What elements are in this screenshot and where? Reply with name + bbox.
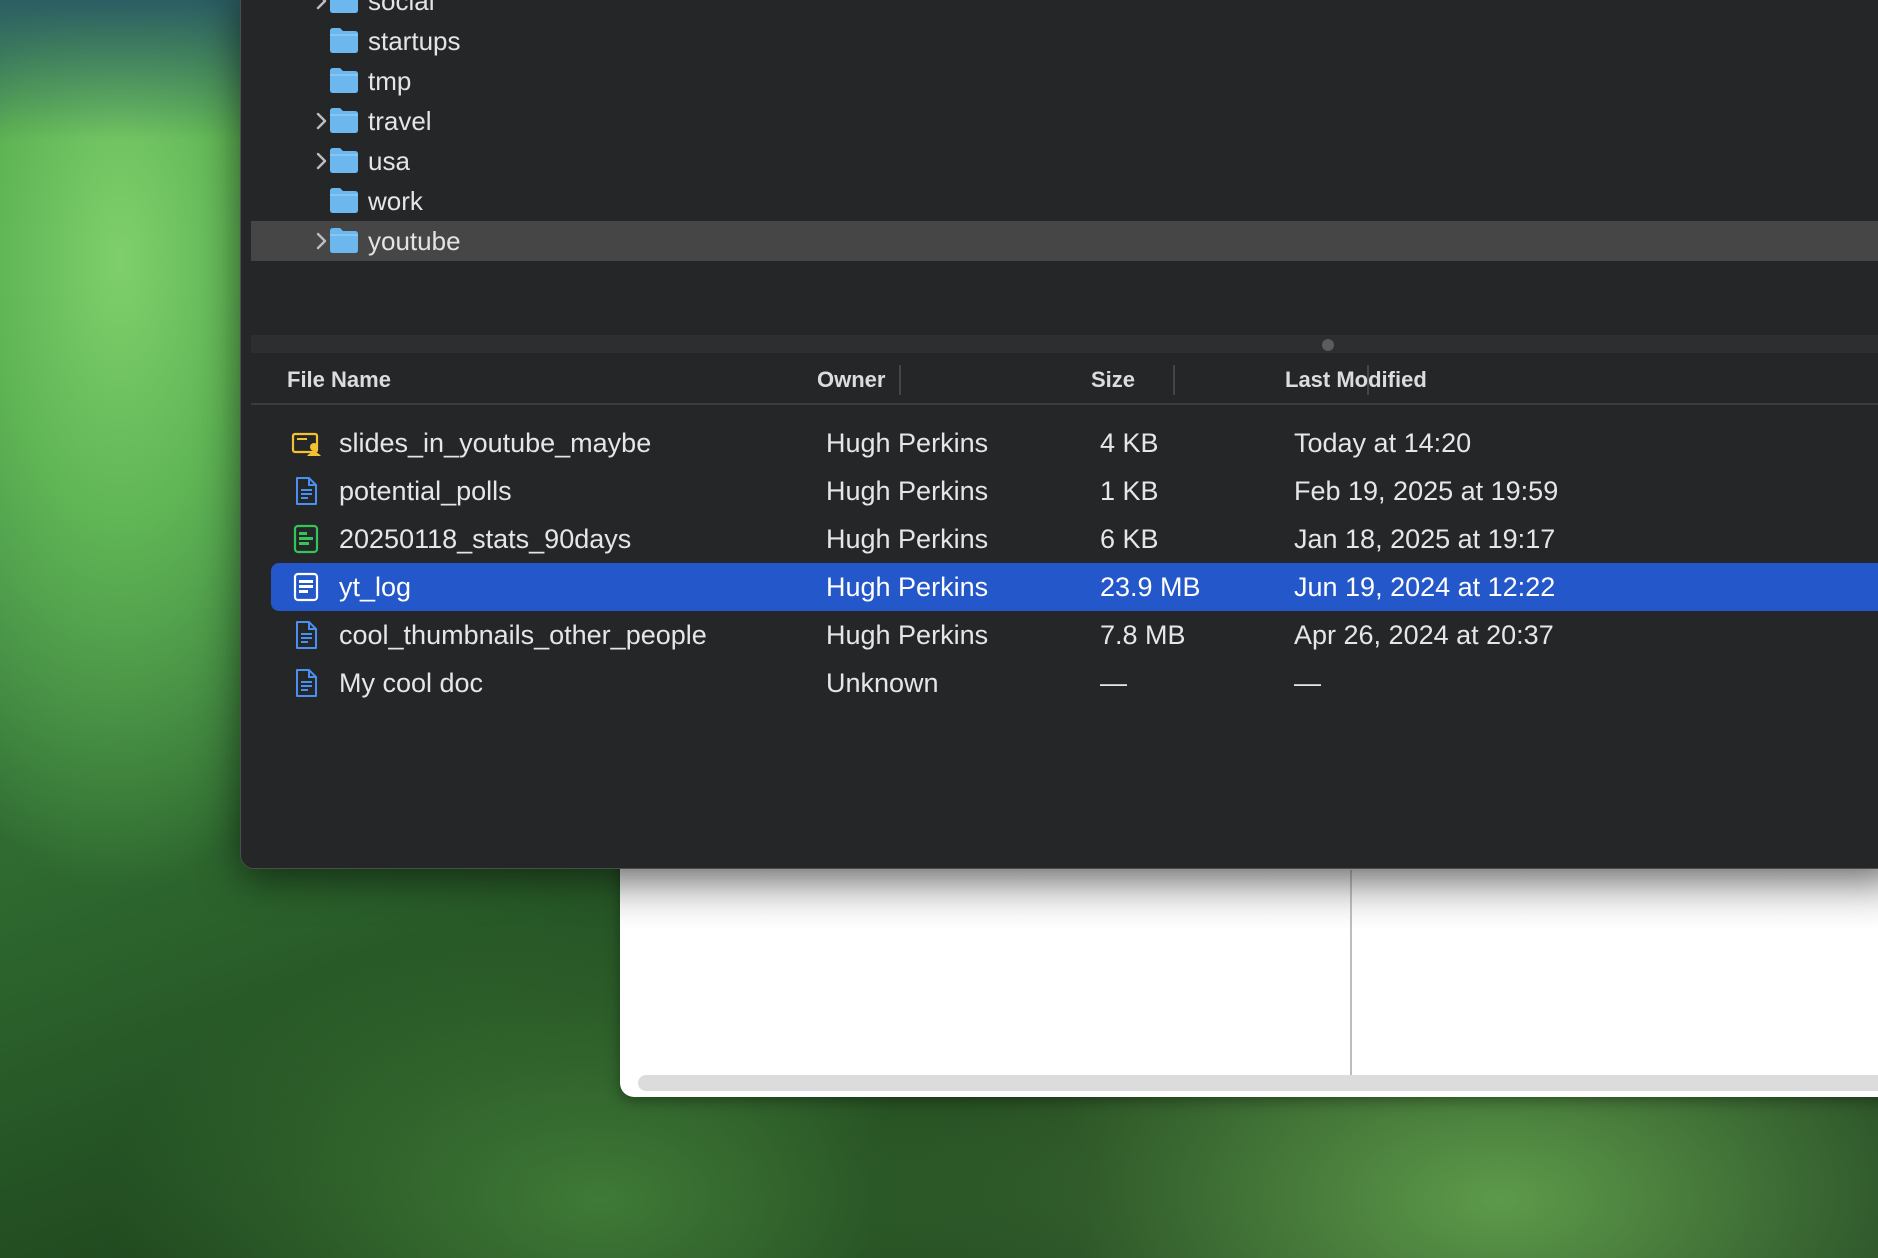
folder-row-travel[interactable]: travel (251, 101, 1878, 141)
folder-name: work (368, 186, 423, 216)
file-modified: Jan 18, 2025 at 19:17 (1294, 524, 1556, 554)
file-name: slides_in_youtube_maybe (339, 428, 652, 458)
file-size: 23.9 MB (1100, 572, 1201, 602)
chevron-right-icon[interactable] (311, 111, 331, 131)
column-separator[interactable] (899, 365, 901, 395)
file-size: — (1100, 668, 1127, 698)
sheet-icon (291, 524, 321, 554)
folder-row-startups[interactable]: startups (251, 21, 1878, 61)
file-owner: Hugh Perkins (826, 572, 989, 602)
file-list-header: File Name Owner Size Last Modified (251, 353, 1878, 405)
folder-icon (329, 186, 359, 214)
column-header-size[interactable]: Size (1091, 367, 1135, 393)
folder-name: startups (368, 26, 461, 56)
column-header-file-name[interactable]: File Name (287, 367, 391, 393)
file-modified: Today at 14:20 (1294, 428, 1472, 458)
folder-icon (329, 66, 359, 94)
pane-splitter[interactable] (251, 335, 1878, 353)
file-owner: Hugh Perkins (826, 476, 989, 506)
file-size: 6 KB (1100, 524, 1159, 554)
folder-name: tmp (368, 66, 412, 96)
file-owner: Hugh Perkins (826, 428, 989, 458)
chevron-right-icon[interactable] (311, 231, 331, 251)
folder-icon (329, 0, 359, 14)
file-name: yt_log (339, 572, 412, 602)
column-separator[interactable] (1173, 365, 1175, 395)
folder-icon (329, 106, 359, 134)
doc-filled-icon (291, 572, 321, 602)
file-name: potential_polls (339, 476, 512, 506)
folder-icon (329, 146, 359, 174)
table-row[interactable]: My cool doc Unknown — — (271, 659, 1878, 707)
file-modified: Feb 19, 2025 at 19:59 (1294, 476, 1559, 506)
folder-row-youtube[interactable]: youtube (251, 221, 1878, 261)
file-size: 4 KB (1100, 428, 1159, 458)
doc-icon (291, 620, 321, 650)
file-size: 1 KB (1100, 476, 1159, 506)
file-owner: Hugh Perkins (826, 524, 989, 554)
column-header-owner[interactable]: Owner (817, 367, 885, 393)
folder-icon (329, 226, 359, 254)
table-row[interactable]: yt_log Hugh Perkins 23.9 MB Jun 19, 2024… (271, 563, 1878, 611)
splitter-handle[interactable] (1322, 339, 1334, 351)
doc-icon (291, 476, 321, 506)
file-name: My cool doc (339, 668, 484, 698)
folder-row-usa[interactable]: usa (251, 141, 1878, 181)
table-row[interactable]: slides_in_youtube_maybe Hugh Perkins 4 K… (271, 419, 1878, 467)
folder-name: social (368, 0, 435, 16)
folder-name: youtube (368, 226, 461, 256)
table-row[interactable]: potential_polls Hugh Perkins 1 KB Feb 19… (271, 467, 1878, 515)
table-row[interactable]: 20250118_stats_90days Hugh Perkins 6 KB … (271, 515, 1878, 563)
folder-name: travel (368, 106, 432, 136)
folder-row-tmp[interactable]: tmp (251, 61, 1878, 101)
file-modified: Apr 26, 2024 at 20:37 (1294, 620, 1554, 650)
folder-row-social[interactable]: social (251, 0, 1878, 21)
column-header-last-modified[interactable]: Last Modified (1285, 367, 1427, 393)
file-owner: Hugh Perkins (826, 620, 989, 650)
file-name: cool_thumbnails_other_people (339, 620, 707, 650)
file-modified: Jun 19, 2024 at 12:22 (1294, 572, 1556, 602)
doc-icon (291, 668, 321, 698)
background-window-scrollbar[interactable] (638, 1075, 1878, 1091)
file-size: 7.8 MB (1100, 620, 1186, 650)
slides-icon (291, 428, 321, 458)
file-name: 20250118_stats_90days (339, 524, 632, 554)
background-window-divider (1350, 870, 1352, 1085)
chevron-right-icon[interactable] (311, 0, 331, 11)
table-row[interactable]: cool_thumbnails_other_people Hugh Perkin… (271, 611, 1878, 659)
folder-name: usa (368, 146, 410, 176)
folder-row-work[interactable]: work (251, 181, 1878, 221)
file-modified: — (1294, 668, 1321, 698)
chevron-right-icon[interactable] (311, 151, 331, 171)
file-owner: Unknown (826, 668, 939, 698)
file-browser-window: social startups tmp travel usa work yout… (240, 0, 1878, 869)
folder-icon (329, 26, 359, 54)
